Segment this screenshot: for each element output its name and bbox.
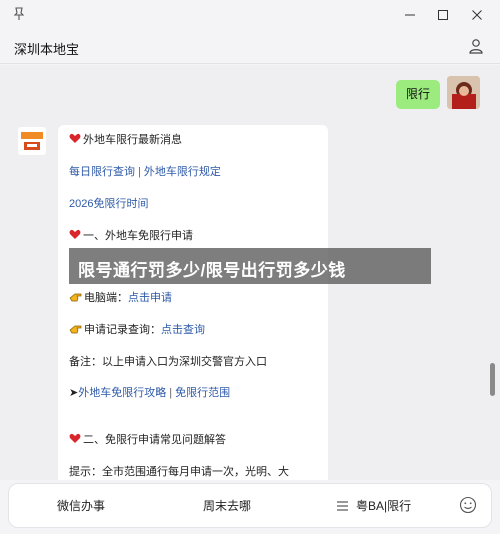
user-icon[interactable] [468, 38, 484, 54]
arrow-glyph: ➤ [69, 387, 79, 399]
daily-restriction-link[interactable]: 每日限行查询 [69, 166, 135, 178]
exempt-time-link[interactable]: 2026免限行时间 [69, 198, 148, 210]
bot-line-record: 申请记录查询：点击查询 [69, 323, 205, 337]
bot-line-note: 备注：以上申请入口为深圳交警官方入口 [69, 356, 267, 368]
pointing-hand-icon [69, 325, 82, 334]
title-bar [0, 0, 500, 30]
chat-title: 深圳本地宝 [14, 42, 80, 57]
bot-line-heading2: 一、外地车免限行申请 [69, 229, 193, 243]
divider: | [169, 387, 173, 399]
user-avatar[interactable] [447, 76, 480, 109]
heading1-text: 外地车限行最新消息 [83, 134, 182, 146]
user-message-bubble[interactable]: 限行 [395, 80, 440, 109]
minimize-icon [405, 14, 415, 16]
exempt-guide-link[interactable]: 外地车免限行攻略 [78, 387, 166, 399]
bot-line-heading1: 外地车限行最新消息 [69, 133, 182, 147]
overlay-banner: 限号通行罚多少/限号出行罚多少钱 [69, 248, 431, 284]
maximize-icon [438, 10, 448, 20]
divider: | [138, 166, 141, 178]
maximize-button[interactable] [434, 6, 452, 24]
bot-line-tip: 提示：全市范围通行每月申请一次，光明、大 [69, 466, 289, 478]
bot-line-heading3: 二、免限行申请常见问题解答 [69, 433, 226, 447]
nonlocal-rules-link[interactable]: 外地车限行规定 [144, 166, 221, 178]
smile-icon[interactable] [459, 496, 477, 514]
exempt-range-link[interactable]: 免限行范围 [175, 387, 230, 399]
heart-icon [69, 229, 81, 239]
bot-logo-icon [18, 127, 46, 155]
pin-icon[interactable] [12, 7, 26, 21]
record-label: 申请记录查询： [84, 324, 161, 336]
menu-item-wechat-services[interactable]: 微信办事 [57, 484, 105, 529]
heading3-text: 二、免限行申请常见问题解答 [83, 434, 226, 446]
bot-avatar[interactable] [18, 127, 46, 155]
close-button[interactable] [468, 6, 486, 24]
bot-line-pc: 电脑端：点击申请 [69, 291, 172, 305]
minimize-button[interactable] [401, 6, 419, 24]
heart-icon [69, 133, 81, 143]
user-avatar-image [447, 76, 480, 109]
bottom-menu-bar: 微信办事 周末去哪 粤BA|限行 [8, 483, 492, 528]
heart-icon [69, 433, 81, 443]
menu-item-plate-restriction[interactable]: 粤BA|限行 [356, 484, 411, 529]
overlay-banner-text: 限号通行罚多少/限号出行罚多少钱 [78, 261, 346, 280]
bot-line-link2: 2026免限行时间 [69, 197, 148, 211]
pc-label: 电脑端： [84, 292, 128, 304]
bot-line-links3: ➤外地车免限行攻略 | 免限行范围 [69, 386, 230, 400]
pointing-hand-icon [69, 293, 82, 302]
chat-header: 深圳本地宝 [0, 30, 500, 64]
bot-line-links1: 每日限行查询 | 外地车限行规定 [69, 165, 221, 179]
bot-message-bubble: 外地车限行最新消息 每日限行查询 | 外地车限行规定 2026免限行时间 一、外地车… [58, 125, 328, 480]
pc-apply-link[interactable]: 点击申请 [128, 292, 172, 304]
record-query-link[interactable]: 点击查询 [161, 324, 205, 336]
close-icon [472, 10, 482, 20]
menu-icon [337, 501, 348, 511]
scrollbar-thumb[interactable] [490, 363, 495, 396]
menu-item-weekend[interactable]: 周末去哪 [203, 484, 251, 529]
heading2-text: 一、外地车免限行申请 [83, 230, 193, 242]
